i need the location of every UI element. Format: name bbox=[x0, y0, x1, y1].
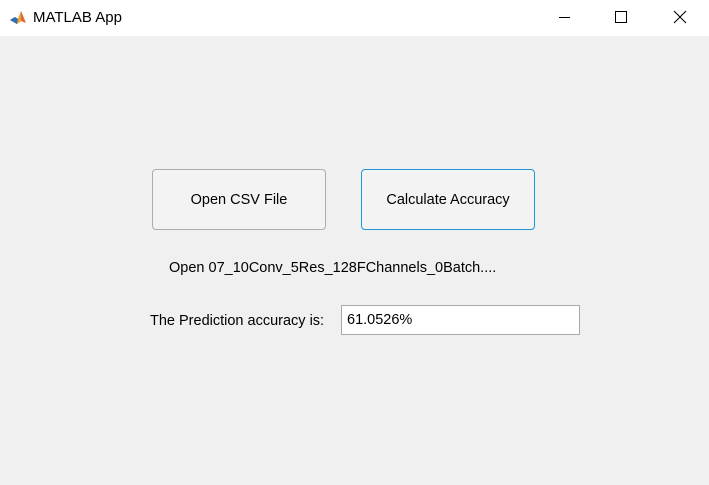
calculate-accuracy-button-label: Calculate Accuracy bbox=[386, 191, 510, 208]
accuracy-value-field[interactable] bbox=[341, 305, 580, 335]
open-csv-file-button[interactable]: Open CSV File bbox=[152, 169, 326, 230]
close-button[interactable] bbox=[656, 0, 702, 33]
open-csv-file-button-label: Open CSV File bbox=[190, 191, 288, 208]
title-bar[interactable]: MATLAB App bbox=[0, 0, 709, 36]
window-title: MATLAB App bbox=[33, 9, 122, 26]
minimize-button[interactable] bbox=[541, 0, 587, 33]
matlab-app-window: MATLAB App Open CSV File Calculate Accur… bbox=[0, 0, 709, 485]
calculate-accuracy-button[interactable]: Calculate Accuracy bbox=[361, 169, 535, 230]
matlab-membrane-icon bbox=[9, 9, 27, 27]
accuracy-label: The Prediction accuracy is: bbox=[150, 313, 325, 329]
selected-file-label: Open 07_10Conv_5Res_128FChannels_0Batch.… bbox=[169, 260, 497, 276]
maximize-button[interactable] bbox=[597, 0, 643, 33]
